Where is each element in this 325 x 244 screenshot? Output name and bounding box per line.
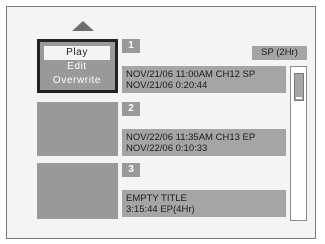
scrollbar-thumb[interactable] [294, 73, 304, 101]
context-menu: Play Edit Overwrite [44, 46, 110, 88]
recording-mode-badge: SP (2Hr) [252, 46, 307, 60]
scrollbar-grip-icon [296, 97, 302, 99]
title-1-info[interactable]: NOV/21/06 11:00AM CH12 SP NOV/21/06 0:20… [122, 66, 286, 93]
title-1-thumbnail[interactable]: Play Edit Overwrite [37, 39, 118, 93]
title-2-number: 2 [122, 102, 140, 116]
title-1-line2: NOV/21/06 0:20:44 [126, 80, 208, 91]
menu-item-overwrite[interactable]: Overwrite [44, 74, 110, 88]
title-3-line1: EMPTY TITLE [126, 193, 187, 204]
title-2-info[interactable]: NOV/22/06 11:35AM CH13 EP NOV/22/06 0:10… [122, 129, 286, 156]
title-1-line1: NOV/21/06 11:00AM CH12 SP [126, 69, 256, 80]
title-2-line1: NOV/22/06 11:35AM CH13 EP [126, 132, 256, 143]
title-3-line2: 3:15:44 EP(4Hr) [126, 204, 195, 215]
title-3-number: 3 [122, 163, 140, 177]
scroll-up-arrow-icon[interactable] [72, 21, 94, 31]
title-list-screen: SP (2Hr) Play Edit Overwrite 1 NOV/21/06… [6, 6, 316, 239]
title-2-line2: NOV/22/06 0:10:33 [126, 143, 208, 154]
menu-item-play[interactable]: Play [44, 46, 110, 60]
title-1-number: 1 [122, 39, 140, 53]
scrollbar[interactable] [290, 66, 307, 221]
title-3-thumbnail[interactable] [37, 163, 118, 219]
title-2-thumbnail[interactable] [37, 102, 118, 156]
menu-item-edit[interactable]: Edit [44, 60, 110, 74]
title-3-info[interactable]: EMPTY TITLE 3:15:44 EP(4Hr) [122, 190, 286, 217]
